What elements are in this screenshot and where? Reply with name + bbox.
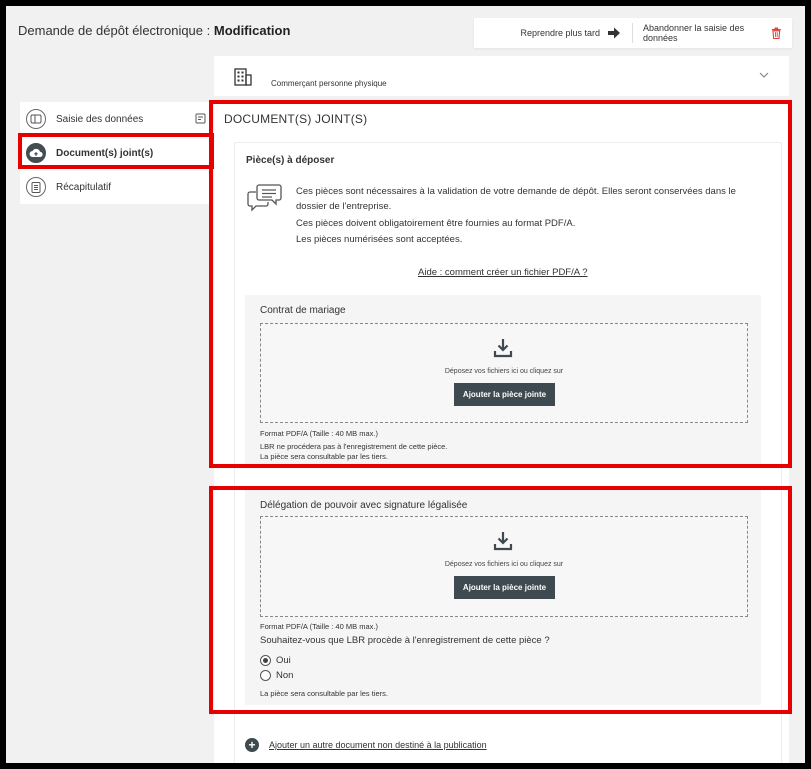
edit-note-icon [195, 113, 206, 124]
documents-panel: DOCUMENT(S) JOINT(S) Pièce(s) à déposer … [214, 102, 789, 763]
sidebar-item-saisie[interactable]: Saisie des données [20, 102, 212, 136]
download-icon [493, 532, 513, 551]
radio-label: Non [276, 670, 294, 681]
sidebar-item-label: Saisie des données [56, 113, 144, 125]
registration-question: Souhaitez-vous que LBR procède à l'enreg… [260, 635, 550, 646]
download-icon [493, 339, 513, 358]
add-attachment-button[interactable]: Ajouter la pièce jointe [454, 576, 555, 599]
resume-later-label: Reprendre plus tard [520, 28, 600, 38]
trash-icon [772, 27, 782, 40]
top-actions: Reprendre plus tard Abandonner la saisie… [474, 18, 792, 48]
radio-button[interactable] [260, 670, 271, 681]
page-title: Demande de dépôt électronique : Modifica… [18, 23, 291, 38]
file-dropzone[interactable]: Déposez vos fichiers ici ou cliquez sur … [260, 323, 748, 423]
registration-note: LBR ne procédera pas à l'enregistrement … [260, 442, 448, 451]
cloud-upload-icon [26, 143, 46, 163]
radio-label: Oui [276, 655, 291, 666]
pdfa-help-link[interactable]: Aide : comment créer un fichier PDF/A ? [418, 267, 587, 278]
dropzone-hint: Déposez vos fichiers ici ou cliquez sur [444, 561, 564, 568]
section-title: DOCUMENT(S) JOINT(S) [224, 112, 368, 126]
visibility-note: La pièce sera consultable par les tiers. [260, 452, 388, 461]
add-attachment-button[interactable]: Ajouter la pièce jointe [454, 383, 555, 406]
add-other-label: Ajouter un autre document non destiné à … [269, 740, 487, 750]
entity-label: Commerçant personne physique [271, 79, 387, 88]
add-other-document-link[interactable]: + Ajouter un autre document non destiné … [245, 738, 487, 752]
document-contrat-mariage: Contrat de mariage Déposez vos fichiers … [245, 295, 761, 465]
dropzone-hint: Déposez vos fichiers ici ou cliquez sur [444, 368, 564, 375]
chat-bubbles-icon [247, 184, 282, 212]
plus-circle-icon: + [245, 738, 259, 752]
sidebar-item-label: Récapitulatif [56, 181, 112, 193]
building-icon [234, 68, 252, 86]
radio-oui[interactable]: Oui [260, 655, 291, 666]
pieces-title: Pièce(s) à déposer [246, 155, 335, 166]
pieces-card: Pièce(s) à déposer Ces pièces sont néces… [234, 142, 782, 763]
visibility-note: La pièce sera consultable par les tiers. [260, 689, 388, 698]
file-dropzone[interactable]: Déposez vos fichiers ici ou cliquez sur … [260, 516, 748, 617]
info-line: Ces pièces doivent obligatoirement être … [296, 217, 576, 229]
format-info: Format PDF/A (Taille : 40 MB max.) [260, 622, 378, 631]
abandon-label: Abandonner la saisie des données [643, 23, 745, 43]
form-icon [26, 109, 46, 129]
sidebar-item-recapitulatif[interactable]: Récapitulatif [20, 170, 212, 204]
radio-button-selected[interactable] [260, 655, 271, 666]
clipboard-icon [26, 177, 46, 197]
abandon-button[interactable]: Abandonner la saisie des données [633, 18, 792, 48]
exit-arrow-icon [608, 27, 620, 39]
document-delegation-pouvoir: Délégation de pouvoir avec signature lég… [245, 490, 761, 705]
sidebar: Saisie des données Document(s) joint(s) … [20, 102, 212, 204]
entity-accordion[interactable]: Commerçant personne physique [214, 56, 789, 96]
radio-non[interactable]: Non [260, 670, 293, 681]
resume-later-button[interactable]: Reprendre plus tard [474, 18, 632, 48]
document-title: Contrat de mariage [260, 305, 346, 316]
chevron-down-icon[interactable] [759, 72, 769, 79]
sidebar-item-documents[interactable]: Document(s) joint(s) [20, 136, 212, 170]
info-text: Ces pièces sont nécessaires à la validat… [296, 184, 766, 249]
app-window: Demande de dépôt électronique : Modifica… [6, 6, 805, 763]
info-line: Ces pièces sont nécessaires à la validat… [296, 186, 736, 212]
info-line: Les pièces numérisées sont acceptées. [296, 234, 463, 245]
document-title: Délégation de pouvoir avec signature lég… [260, 500, 468, 511]
format-info: Format PDF/A (Taille : 40 MB max.) [260, 429, 378, 438]
sidebar-item-label: Document(s) joint(s) [56, 147, 154, 159]
